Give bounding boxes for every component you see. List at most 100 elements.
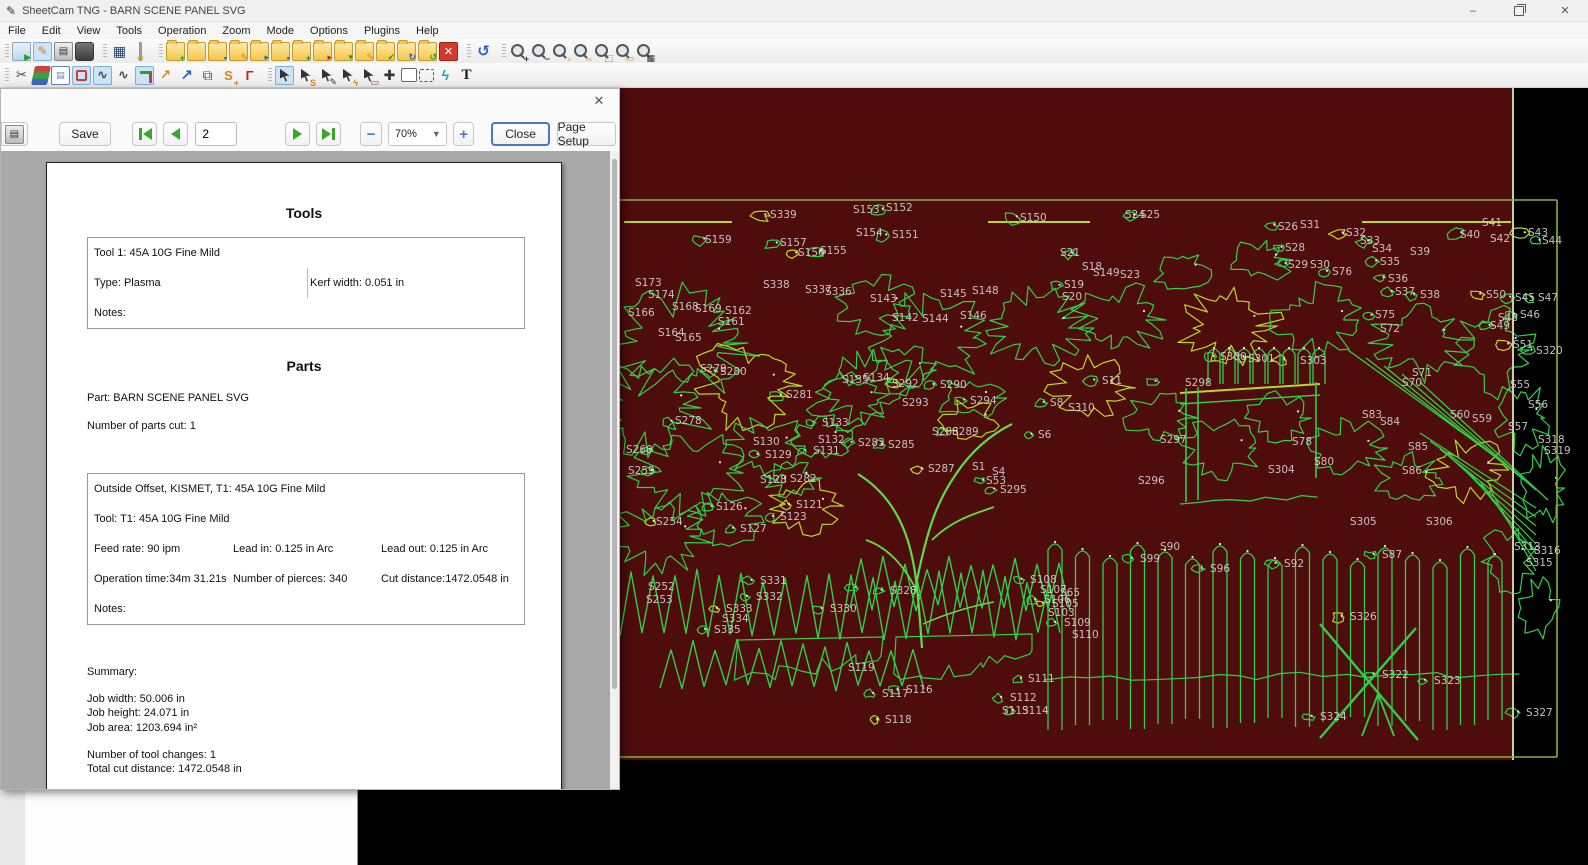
move-tool-icon[interactable]: ✚: [380, 66, 399, 85]
edit-job-icon[interactable]: [229, 39, 248, 63]
close-button[interactable]: ✕: [1542, 0, 1588, 21]
select-cursor-icon[interactable]: [275, 65, 294, 85]
part-label: S288: [932, 426, 959, 438]
select-pen-icon[interactable]: [317, 66, 337, 88]
zoom-machine-icon[interactable]: [635, 42, 655, 64]
edit-notes-icon[interactable]: ✎: [33, 41, 52, 61]
rect-select-icon[interactable]: [401, 68, 417, 82]
cut-view-icon[interactable]: ✂: [12, 66, 31, 85]
zoom-sheet-icon[interactable]: [614, 42, 634, 64]
rubber-band-icon[interactable]: [419, 68, 434, 82]
run-op-icon[interactable]: [376, 39, 395, 63]
restore-button[interactable]: [1496, 0, 1542, 21]
part-label: S310: [1068, 402, 1095, 414]
machine-bed-icon[interactable]: ⧉: [198, 66, 217, 85]
grip-handle[interactable]: [467, 43, 471, 59]
zoom-extents-icon[interactable]: [593, 42, 613, 64]
scrollbar-thumb[interactable]: [612, 159, 617, 689]
part-label: S297: [1160, 434, 1187, 446]
calculator-icon[interactable]: ▦: [110, 42, 129, 61]
close-preview-button[interactable]: Close: [491, 122, 550, 146]
copy-op-icon[interactable]: [313, 39, 332, 63]
select-contour-icon[interactable]: [359, 66, 379, 88]
last-page-button[interactable]: [316, 122, 342, 146]
new-job-icon[interactable]: [166, 39, 185, 63]
menu-view[interactable]: View: [69, 24, 109, 38]
prev-page-button[interactable]: [163, 122, 189, 146]
page-number-input[interactable]: [195, 122, 238, 146]
delete-op-icon[interactable]: ✕: [439, 41, 458, 61]
zoom-in-icon[interactable]: [509, 42, 529, 64]
part-label: S45: [1515, 292, 1535, 304]
menu-operation[interactable]: Operation: [150, 24, 214, 38]
update-op-icon[interactable]: [397, 39, 416, 63]
undo-group: ↺: [462, 39, 497, 63]
part-label: S50: [1486, 289, 1506, 301]
print-icon[interactable]: ▤: [54, 41, 73, 61]
grow-part-icon[interactable]: ↗: [156, 66, 175, 85]
open-part-icon[interactable]: [250, 39, 269, 63]
part-label: S31: [1300, 219, 1320, 231]
zoom-in-button[interactable]: +: [452, 122, 475, 146]
grip-handle[interactable]: [502, 43, 506, 59]
save-op-icon[interactable]: [334, 39, 353, 63]
part-label: S30: [1310, 259, 1330, 271]
part-label: S282: [790, 473, 817, 485]
tools-group: ▦: [98, 39, 154, 63]
operation-box: Outside Offset, KISMET, T1: 45A 10G Fine…: [87, 473, 525, 625]
dialog-close-icon[interactable]: ✕: [587, 91, 611, 111]
zoom-all-parts-icon[interactable]: [572, 42, 592, 64]
refresh-parts-icon[interactable]: [418, 39, 437, 63]
menu-options[interactable]: Options: [302, 24, 356, 38]
layers-icon[interactable]: [30, 65, 52, 85]
zoom-out-icon[interactable]: [530, 42, 550, 64]
first-page-button[interactable]: [132, 122, 158, 146]
edit-points-icon[interactable]: ∿: [93, 65, 112, 85]
minimize-button[interactable]: –: [1450, 0, 1496, 21]
drawing-canvas[interactable]: S339S152S153S151S154S150S159 S157S156S155…: [620, 88, 1588, 865]
print-button[interactable]: ▤: [1, 122, 28, 146]
save-part-icon[interactable]: [271, 39, 290, 63]
menu-tools[interactable]: Tools: [108, 24, 150, 38]
add-shape-icon[interactable]: S: [219, 66, 239, 88]
undo-icon[interactable]: ↺: [474, 42, 493, 61]
menu-help[interactable]: Help: [408, 24, 447, 38]
grip-handle[interactable]: [268, 67, 272, 83]
move-part-icon[interactable]: ↗: [177, 66, 196, 85]
plotter-icon[interactable]: [75, 41, 94, 61]
show-parts-icon[interactable]: [135, 65, 154, 85]
printer-icon: ▤: [4, 124, 24, 144]
menu-plugins[interactable]: Plugins: [356, 24, 408, 38]
part-label: S148: [972, 285, 999, 297]
save-job-icon[interactable]: [208, 39, 227, 63]
preview-scrollbar[interactable]: [610, 151, 619, 789]
menu-edit[interactable]: Edit: [34, 24, 69, 38]
part-label: S1: [972, 461, 985, 473]
zoom-out-button[interactable]: −: [360, 122, 382, 146]
grip-handle[interactable]: [5, 67, 9, 83]
new-op-icon[interactable]: [292, 39, 311, 63]
simulate-torch-icon[interactable]: [131, 41, 150, 61]
menu-file[interactable]: File: [0, 24, 34, 38]
menu-mode[interactable]: Mode: [258, 24, 302, 38]
menu-zoom[interactable]: Zoom: [214, 24, 258, 38]
page-setup-button[interactable]: Page Setup: [556, 120, 616, 148]
grip-handle[interactable]: [159, 43, 163, 59]
select-shape-icon[interactable]: [296, 66, 316, 88]
zoom-part-icon[interactable]: [551, 42, 571, 64]
measure-icon[interactable]: ϟ: [436, 66, 455, 85]
select-fast-icon[interactable]: [338, 66, 358, 88]
show-cut-paths-icon[interactable]: [72, 65, 91, 85]
save-button[interactable]: Save: [58, 122, 112, 146]
open-job-icon[interactable]: [187, 39, 206, 61]
grip-handle[interactable]: [5, 43, 9, 59]
edit-op-icon[interactable]: [355, 39, 374, 63]
zoom-select[interactable]: 70% ▼: [387, 122, 447, 146]
corner-tool-icon[interactable]: Γ: [240, 66, 259, 85]
grip-handle[interactable]: [103, 43, 107, 59]
material-options-icon[interactable]: ▤: [51, 65, 70, 85]
run-post-icon[interactable]: [12, 41, 31, 63]
text-tool-icon[interactable]: T: [457, 66, 476, 85]
next-page-button[interactable]: [285, 122, 311, 146]
edit-segments-icon[interactable]: ∿: [114, 66, 133, 85]
